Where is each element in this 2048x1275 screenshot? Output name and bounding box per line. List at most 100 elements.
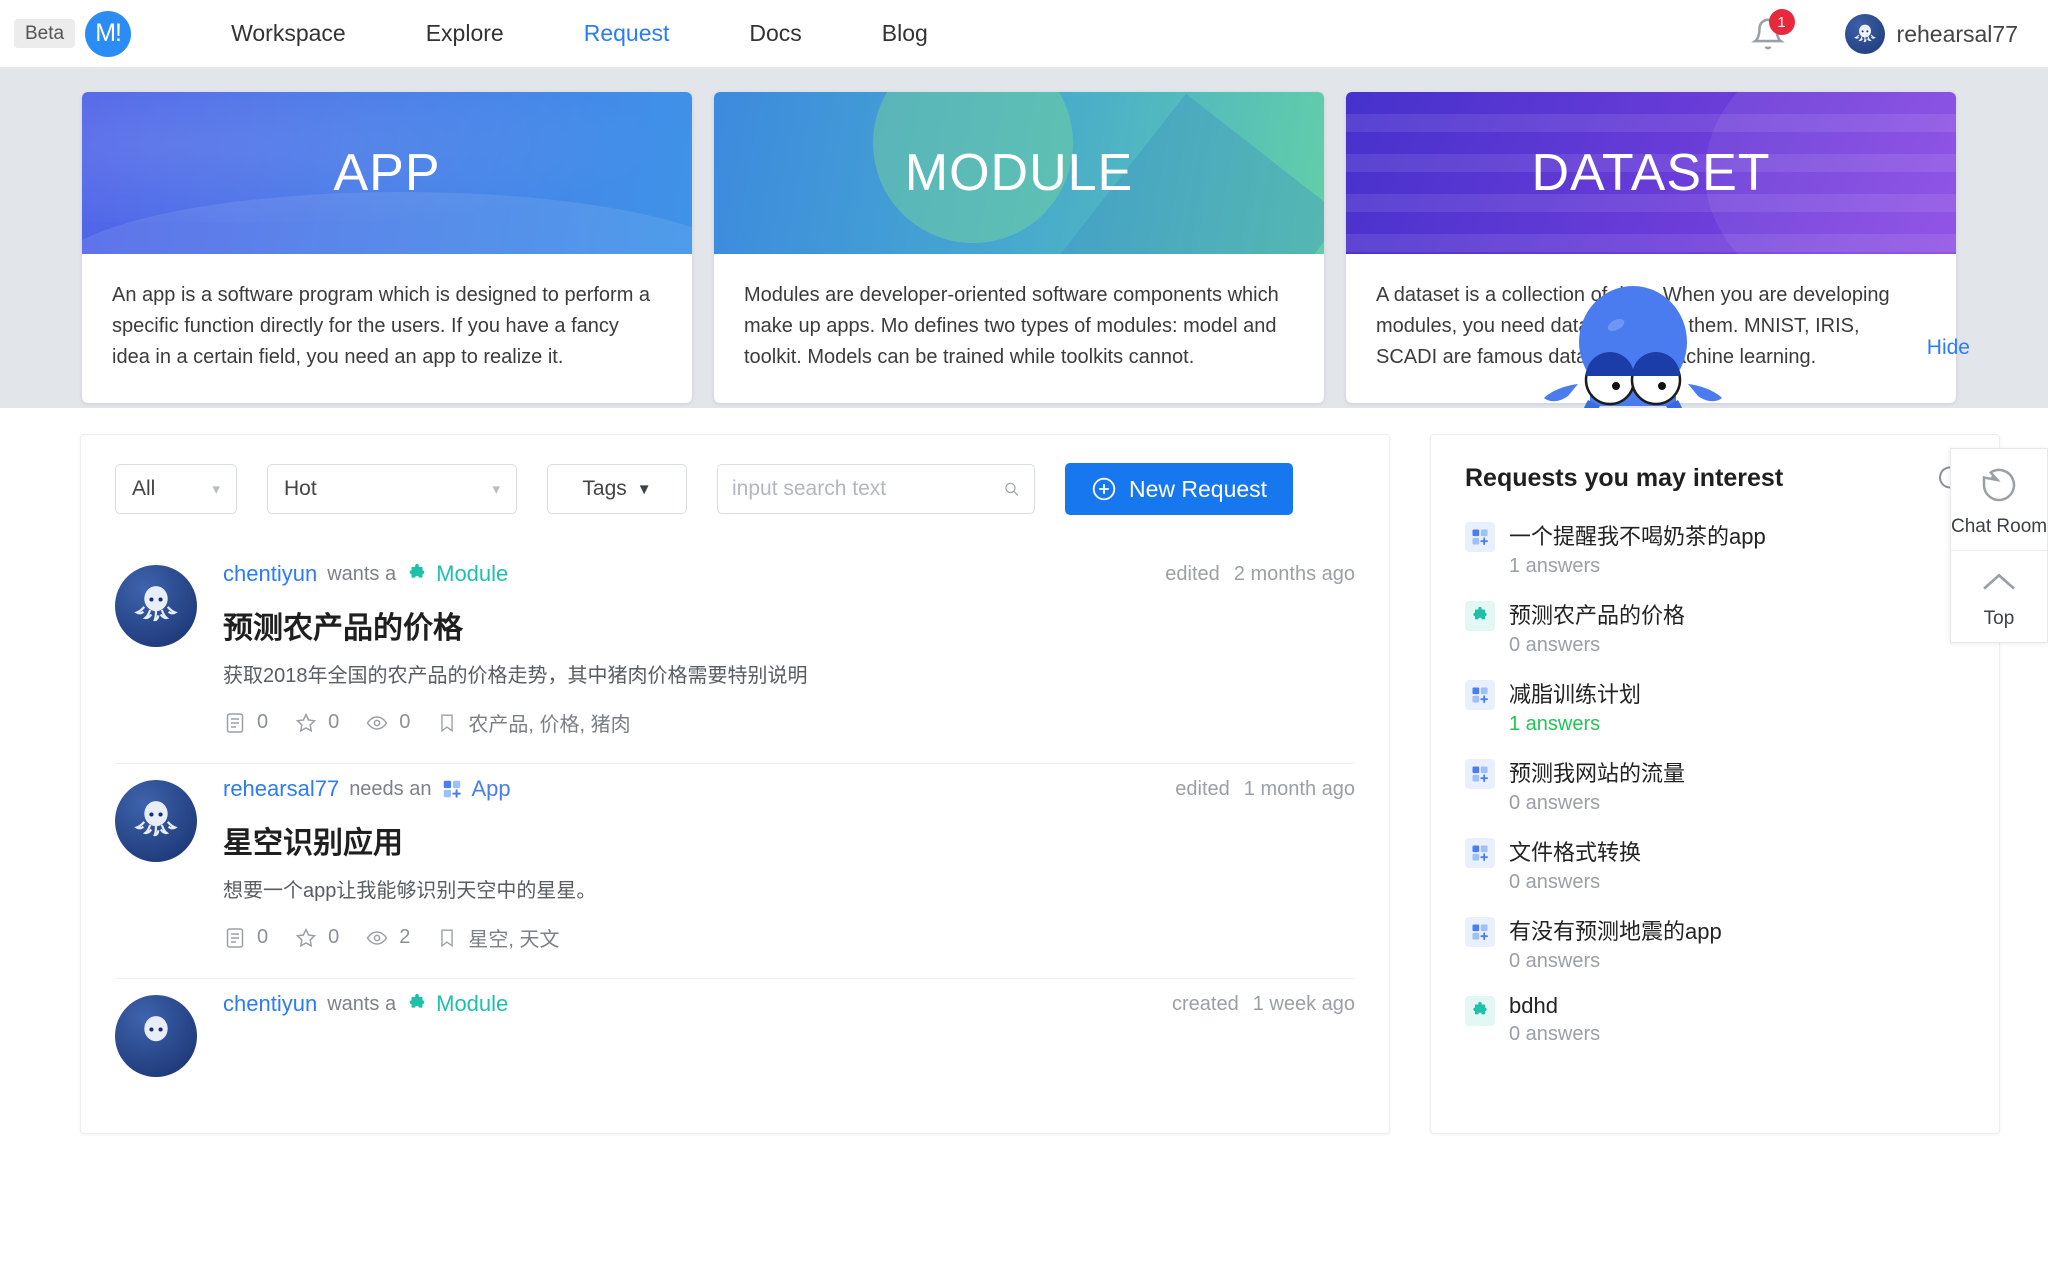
search-icon bbox=[1005, 482, 1019, 496]
answers-count: 0 bbox=[257, 926, 269, 948]
request-verb: wants a bbox=[327, 992, 397, 1015]
card-app-body: An app is a software program which is de… bbox=[112, 284, 651, 368]
tags-filter-value: Tags bbox=[582, 477, 627, 500]
nav-item-docs[interactable]: Docs bbox=[749, 20, 801, 47]
cards-row: APP An app is a software program which i… bbox=[0, 92, 2048, 403]
views-stat: 0 bbox=[365, 711, 410, 735]
request-author[interactable]: chentiyun bbox=[223, 561, 317, 587]
request-list-item[interactable]: chentiyun wants a Module edited 2 months… bbox=[115, 549, 1355, 764]
nav-item-explore[interactable]: Explore bbox=[426, 20, 504, 47]
new-request-label: New Request bbox=[1129, 475, 1268, 502]
request-list-item[interactable]: rehearsal77 needs an App edited 1 month … bbox=[115, 764, 1355, 979]
chat-room-button[interactable]: Chat Room bbox=[1951, 449, 2047, 550]
stars-stat[interactable]: 0 bbox=[294, 926, 339, 950]
answers-count: 0 answers bbox=[1509, 950, 1601, 972]
suggested-request-title[interactable]: 有没有预测地震的app bbox=[1509, 914, 1722, 946]
avatar[interactable] bbox=[115, 995, 197, 1077]
logo-text: M! bbox=[95, 19, 122, 47]
answers-stat[interactable]: 0 bbox=[223, 926, 268, 950]
list-item[interactable]: 有没有预测地震的app 0 answers bbox=[1465, 914, 1965, 973]
card-app[interactable]: APP An app is a software program which i… bbox=[82, 92, 692, 403]
request-description: 获取2018年全国的农产品的价格走势，其中猪肉价格需要特别说明 bbox=[223, 665, 808, 687]
list-item-texts: 减脂训练计划 1 answers bbox=[1509, 677, 1641, 736]
request-tags[interactable]: 星空, 天文 bbox=[468, 923, 559, 952]
suggested-request-title[interactable]: 预测我网站的流量 bbox=[1509, 756, 1685, 788]
request-author[interactable]: chentiyun bbox=[223, 991, 317, 1017]
chevron-down-icon: ▾ bbox=[212, 481, 220, 498]
list-item[interactable]: bdhd 0 answers bbox=[1465, 993, 1965, 1046]
sort-filter-select[interactable]: Hot ▾ bbox=[267, 464, 517, 514]
puzzle-icon bbox=[1465, 601, 1495, 631]
request-title[interactable]: 预测农产品的价格 bbox=[223, 603, 1355, 647]
document-icon bbox=[226, 927, 244, 948]
request-verb: needs an bbox=[349, 777, 432, 800]
octopus-mascot bbox=[1528, 280, 1738, 408]
suggested-request-title[interactable]: bdhd bbox=[1509, 993, 1600, 1019]
search-box[interactable] bbox=[717, 464, 1035, 514]
nav-item-blog[interactable]: Blog bbox=[882, 20, 928, 47]
type-filter-select[interactable]: All ▾ bbox=[115, 464, 237, 514]
chat-room-label: Chat Room bbox=[1951, 516, 2048, 537]
app-grid-icon bbox=[1465, 917, 1495, 947]
avatar[interactable] bbox=[115, 780, 197, 862]
request-meta: rehearsal77 needs an App bbox=[223, 776, 511, 802]
octopus-mascot-icon bbox=[1544, 286, 1722, 408]
suggested-request-title[interactable]: 减脂训练计划 bbox=[1509, 677, 1641, 709]
type-filter-value: All bbox=[132, 477, 156, 500]
request-type-module[interactable]: Module bbox=[406, 561, 508, 587]
request-type-module[interactable]: Module bbox=[406, 991, 508, 1017]
suggested-request-title[interactable]: 预测农产品的价格 bbox=[1509, 598, 1685, 630]
answers-count: 0 bbox=[257, 711, 269, 733]
request-title[interactable]: 星空识别应用 bbox=[223, 818, 1355, 862]
hide-mascot-link[interactable]: Hide bbox=[1927, 336, 1970, 360]
intro-cards-band: APP An app is a software program which i… bbox=[0, 68, 2048, 408]
request-timestamp: edited 1 month ago bbox=[1175, 778, 1355, 801]
request-tags[interactable]: 农产品, 价格, 猪肉 bbox=[468, 708, 630, 737]
request-list-item[interactable]: chentiyun wants a Module created 1 week … bbox=[115, 979, 1355, 1103]
suggested-request-title[interactable]: 文件格式转换 bbox=[1509, 835, 1641, 867]
request-time-ago: 2 months ago bbox=[1233, 562, 1355, 585]
bookmark-icon bbox=[441, 929, 454, 947]
request-timestamp: edited 2 months ago bbox=[1165, 563, 1355, 586]
list-item[interactable]: 预测我网站的流量 0 answers bbox=[1465, 756, 1965, 815]
app-logo[interactable]: M! bbox=[85, 10, 132, 57]
new-request-button[interactable]: New Request bbox=[1065, 463, 1294, 515]
card-module-banner: MODULE bbox=[714, 92, 1324, 254]
request-verb: wants a bbox=[327, 562, 397, 585]
request-type-app[interactable]: App bbox=[441, 776, 511, 802]
floating-side-panel: Chat Room Top bbox=[1950, 448, 2048, 643]
list-item[interactable]: 一个提醒我不喝奶茶的app 1 answers bbox=[1465, 519, 1965, 578]
plus-circle-icon bbox=[1092, 477, 1116, 501]
back-to-top-button[interactable]: Top bbox=[1951, 550, 2047, 642]
avatar[interactable] bbox=[115, 565, 197, 647]
header-right-group: 1 rehearsal77 bbox=[1750, 0, 2018, 68]
request-author[interactable]: rehearsal77 bbox=[223, 776, 339, 802]
suggested-requests-panel: Requests you may interest 一个提醒我不喝奶茶的app … bbox=[1430, 434, 2000, 1134]
notifications-button[interactable]: 1 bbox=[1750, 9, 1795, 51]
tags-stat: 星空, 天文 bbox=[436, 923, 560, 952]
answers-count: 0 answers bbox=[1509, 1023, 1601, 1045]
views-stat: 2 bbox=[365, 926, 410, 950]
suggested-request-title[interactable]: 一个提醒我不喝奶茶的app bbox=[1509, 519, 1766, 551]
card-dataset-title: DATASET bbox=[1531, 144, 1771, 202]
stars-stat[interactable]: 0 bbox=[294, 711, 339, 735]
card-module[interactable]: MODULE Modules are developer-oriented so… bbox=[714, 92, 1324, 403]
eye-icon bbox=[366, 715, 388, 730]
puzzle-icon bbox=[409, 993, 425, 1008]
tags-filter-select[interactable]: Tags ▼ bbox=[547, 464, 687, 514]
list-item[interactable]: 文件格式转换 0 answers bbox=[1465, 835, 1965, 894]
username-label[interactable]: rehearsal77 bbox=[1897, 21, 2018, 48]
list-item-texts: 一个提醒我不喝奶茶的app 1 answers bbox=[1509, 519, 1766, 578]
answers-stat[interactable]: 0 bbox=[223, 711, 268, 735]
nav-item-workspace[interactable]: Workspace bbox=[231, 20, 346, 47]
list-item-texts: bdhd 0 answers bbox=[1509, 993, 1600, 1046]
list-item[interactable]: 预测农产品的价格 0 answers bbox=[1465, 598, 1965, 657]
search-input[interactable] bbox=[732, 477, 1003, 501]
notification-badge: 1 bbox=[1768, 9, 1795, 35]
star-icon bbox=[295, 712, 317, 732]
user-avatar[interactable] bbox=[1844, 14, 1885, 54]
list-item[interactable]: 减脂训练计划 1 answers bbox=[1465, 677, 1965, 736]
nav-item-request[interactable]: Request bbox=[584, 20, 670, 47]
request-type-label: Module bbox=[436, 991, 509, 1016]
octopus-icon bbox=[134, 801, 178, 837]
